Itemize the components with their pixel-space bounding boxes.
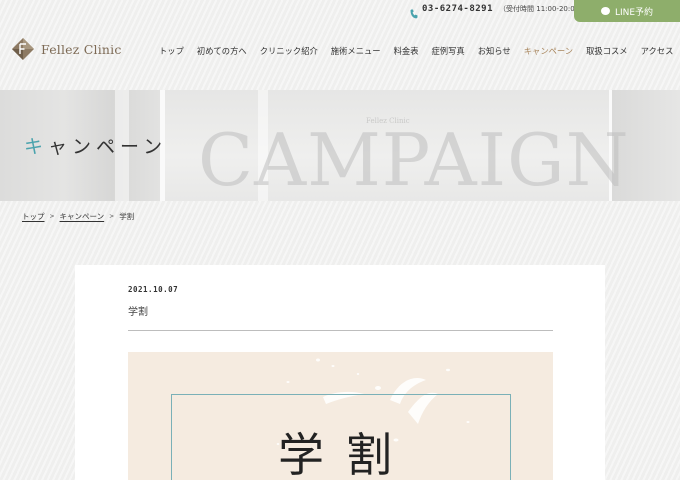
breadcrumb-current: 学割 bbox=[119, 212, 135, 221]
breadcrumb-campaign[interactable]: キャンペーン bbox=[60, 211, 105, 222]
breadcrumb: トップ > キャンペーン > 学割 bbox=[22, 211, 134, 222]
nav-item-news[interactable]: お知らせ bbox=[478, 45, 511, 57]
banner-heading: 学割 bbox=[278, 428, 414, 480]
page-hero: Fellez Clinic CAMPAIGN キャンペーン bbox=[0, 90, 680, 201]
breadcrumb-separator: > bbox=[49, 213, 55, 220]
page-title: キャンペーン bbox=[24, 132, 167, 159]
campaign-banner-image: 学割 bbox=[128, 352, 553, 480]
nav-item-cosmetics[interactable]: 取扱コスメ bbox=[586, 45, 628, 57]
post-date: 2021.10.07 bbox=[128, 285, 179, 294]
nav-item-menu[interactable]: 施術メニュー bbox=[331, 45, 381, 57]
post-card: 2021.10.07 学割 学割 bbox=[75, 265, 605, 480]
nav-item-campaign[interactable]: キャンペーン bbox=[524, 45, 573, 57]
nav-item-access[interactable]: アクセス bbox=[641, 45, 674, 57]
post-divider bbox=[128, 330, 553, 331]
logo-text: Fellez Clinic bbox=[41, 41, 122, 57]
line-reservation-button[interactable]: LINE予約 bbox=[574, 0, 680, 22]
hero-background-text: CAMPAIGN bbox=[198, 118, 630, 201]
logo-mark-icon bbox=[11, 37, 35, 61]
site-header: Fellez Clinic 03-6274-8291 （受付時間 11:00-2… bbox=[0, 0, 680, 90]
main-nav: トップ 初めての方へ クリニック紹介 施術メニュー 料金表 症例写真 お知らせ … bbox=[159, 45, 673, 57]
page-title-accent: キ bbox=[24, 136, 49, 158]
nav-item-first-visit[interactable]: 初めての方へ bbox=[197, 45, 247, 57]
chat-bubble-icon bbox=[600, 7, 610, 15]
nav-item-price[interactable]: 料金表 bbox=[394, 45, 419, 57]
nav-item-cases[interactable]: 症例写真 bbox=[432, 45, 465, 57]
line-reservation-label: LINE予約 bbox=[614, 7, 654, 18]
logo[interactable]: Fellez Clinic bbox=[11, 37, 122, 61]
breadcrumb-separator: > bbox=[109, 213, 115, 220]
post-title: 学割 bbox=[128, 307, 148, 318]
phone-icon bbox=[410, 4, 418, 19]
phone-number[interactable]: 03-6274-8291 bbox=[422, 4, 493, 14]
nav-item-clinic[interactable]: クリニック紹介 bbox=[260, 45, 318, 57]
contact-info: 03-6274-8291 （受付時間 11:00-20:00） bbox=[410, 4, 586, 19]
page-title-rest: ャンペーン bbox=[48, 136, 168, 158]
nav-item-top[interactable]: トップ bbox=[159, 45, 184, 57]
breadcrumb-top[interactable]: トップ bbox=[22, 211, 45, 222]
